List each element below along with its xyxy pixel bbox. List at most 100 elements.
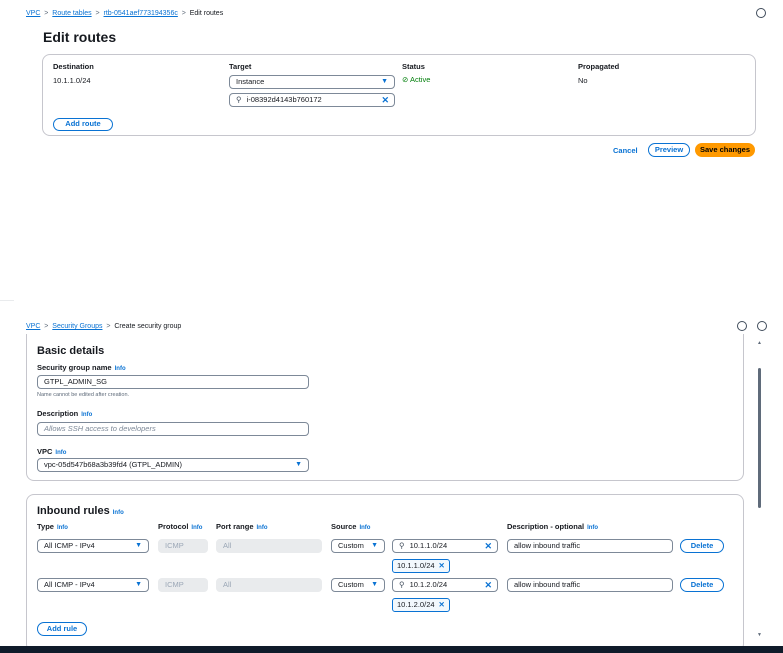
- inbound-title-text: Inbound rules: [37, 505, 110, 517]
- cidr-token[interactable]: 10.1.2.0/24 ✕: [392, 598, 450, 612]
- clear-icon[interactable]: ✕: [381, 94, 389, 106]
- rule-type-select[interactable]: All ICMP - IPv4 ▼: [37, 578, 149, 592]
- target-search-value: i-08392d4143b760172: [246, 95, 322, 104]
- clear-icon[interactable]: ✕: [484, 540, 492, 552]
- scrollbar-track[interactable]: ▲ ▼: [757, 340, 763, 640]
- caret-down-icon: ▼: [371, 542, 378, 549]
- cancel-button[interactable]: Cancel: [613, 146, 638, 155]
- sg-name-label: Security group name Info: [37, 363, 126, 372]
- add-rule-button[interactable]: Add rule: [37, 622, 87, 636]
- check-circle-icon: ⊘: [402, 75, 409, 84]
- vpc-label: VPC Info: [37, 447, 66, 456]
- caret-down-icon: ▼: [295, 461, 302, 468]
- info-link[interactable]: Info: [55, 450, 66, 456]
- sg-name-input[interactable]: GTPL_ADMIN_SG: [37, 375, 309, 389]
- breadcrumb-separator: >: [179, 10, 188, 17]
- preview-button[interactable]: Preview: [648, 143, 690, 157]
- rule-description-input[interactable]: allow inbound traffic: [507, 539, 673, 553]
- column-target: Target: [229, 62, 252, 71]
- column-source-text: Source: [331, 522, 357, 531]
- rule-type-value: All ICMP - IPv4: [44, 580, 95, 589]
- settings-icon[interactable]: [757, 321, 767, 331]
- info-link[interactable]: Info: [359, 525, 370, 531]
- rule-cidr-value: 10.1.1.0/24: [409, 541, 448, 550]
- info-link[interactable]: Info: [81, 412, 92, 418]
- breadcrumb-separator: >: [42, 10, 51, 17]
- section-title-inbound: Inbound rules Info: [37, 505, 124, 517]
- bottom-breadcrumb: VPC > Security Groups > Create security …: [26, 323, 181, 330]
- rule-cidr-input[interactable]: ⚲ 10.1.2.0/24 ✕: [392, 578, 498, 592]
- column-source: Source Info: [331, 522, 370, 531]
- sg-name-hint: Name cannot be edited after creation.: [37, 392, 130, 398]
- add-route-button[interactable]: Add route: [53, 118, 113, 131]
- breadcrumb-separator: >: [93, 10, 102, 17]
- search-icon: ⚲: [399, 541, 405, 550]
- column-protocol: Protocol Info: [158, 522, 202, 531]
- scroll-down-arrow[interactable]: ▼: [757, 632, 762, 638]
- sg-name-label-text: Security group name: [37, 363, 112, 372]
- info-link[interactable]: Info: [191, 525, 202, 531]
- info-circle-icon[interactable]: [737, 321, 747, 331]
- breadcrumb-vpc[interactable]: VPC: [26, 323, 40, 330]
- target-type-select[interactable]: Instance ▼: [229, 75, 395, 89]
- footer-bar: [0, 646, 783, 653]
- description-input[interactable]: Allows SSH access to developers: [37, 422, 309, 436]
- delete-rule-button[interactable]: Delete: [680, 578, 724, 592]
- route-propagated: No: [578, 76, 588, 85]
- vpc-select[interactable]: vpc-05d547b68a3b39fd4 (GTPL_ADMIN) ▼: [37, 458, 309, 472]
- info-link[interactable]: Info: [115, 366, 126, 372]
- rule-type-select[interactable]: All ICMP - IPv4 ▼: [37, 539, 149, 553]
- breadcrumb-separator: >: [104, 323, 113, 330]
- column-type-text: Type: [37, 522, 54, 531]
- rule-source-value: Custom: [338, 580, 364, 589]
- remove-token-icon[interactable]: ✕: [439, 561, 445, 570]
- save-changes-button[interactable]: Save changes: [695, 143, 755, 157]
- breadcrumb-current: Create security group: [114, 323, 182, 330]
- remove-token-icon[interactable]: ✕: [439, 600, 445, 609]
- scrollbar-thumb[interactable]: [758, 368, 761, 508]
- clear-icon[interactable]: ✕: [484, 579, 492, 591]
- info-link[interactable]: Info: [113, 510, 124, 516]
- info-link[interactable]: Info: [587, 525, 598, 531]
- caret-down-icon: ▼: [371, 581, 378, 588]
- description-placeholder: Allows SSH access to developers: [44, 424, 156, 433]
- rule-protocol-field: ICMP: [158, 539, 208, 553]
- caret-down-icon: ▼: [381, 78, 388, 85]
- breadcrumb-security-groups[interactable]: Security Groups: [52, 323, 102, 330]
- description-label-text: Description: [37, 409, 79, 418]
- scroll-up-arrow[interactable]: ▲: [757, 340, 762, 346]
- rule-port-range-field: All: [216, 578, 322, 592]
- breadcrumb-route-tables[interactable]: Route tables: [52, 10, 91, 17]
- column-type: Type Info: [37, 522, 68, 531]
- target-type-value: Instance: [236, 77, 265, 86]
- route-destination: 10.1.1.0/24: [53, 76, 91, 85]
- caret-down-icon: ▼: [135, 542, 142, 549]
- rule-cidr-input[interactable]: ⚲ 10.1.1.0/24 ✕: [392, 539, 498, 553]
- info-link[interactable]: Info: [57, 525, 68, 531]
- column-propagated: Propagated: [578, 62, 620, 71]
- rule-protocol-field: ICMP: [158, 578, 208, 592]
- rule-description-input[interactable]: allow inbound traffic: [507, 578, 673, 592]
- column-port-range-text: Port range: [216, 522, 254, 531]
- cidr-token-label: 10.1.1.0/24: [397, 561, 435, 570]
- route-status-text: Active: [409, 75, 431, 84]
- target-search-input[interactable]: ⚲ i-08392d4143b760172 ✕: [229, 93, 395, 107]
- route-status: ⊘ Active: [402, 75, 430, 84]
- breadcrumb-vpc[interactable]: VPC: [26, 10, 40, 17]
- delete-rule-button[interactable]: Delete: [680, 539, 724, 553]
- rule-source-select[interactable]: Custom ▼: [331, 578, 385, 592]
- rule-port-range-field: All: [216, 539, 322, 553]
- vpc-select-value: vpc-05d547b68a3b39fd4 (GTPL_ADMIN): [44, 460, 182, 469]
- basic-details-card: Basic details Security group name Info GT…: [26, 334, 744, 481]
- settings-icon[interactable]: [756, 8, 766, 18]
- column-port-range: Port range Info: [216, 522, 268, 531]
- info-link[interactable]: Info: [257, 525, 268, 531]
- caret-down-icon: ▼: [135, 581, 142, 588]
- cidr-token[interactable]: 10.1.1.0/24 ✕: [392, 559, 450, 573]
- routes-card: Destination Target Status Propagated 10.…: [42, 54, 756, 136]
- breadcrumb-route-table-id[interactable]: rtb-0541aef773194356c: [104, 10, 178, 17]
- section-title-basic: Basic details: [37, 345, 105, 357]
- rule-cidr-value: 10.1.2.0/24: [409, 580, 448, 589]
- rule-source-select[interactable]: Custom ▼: [331, 539, 385, 553]
- column-description: Description - optional Info: [507, 522, 598, 531]
